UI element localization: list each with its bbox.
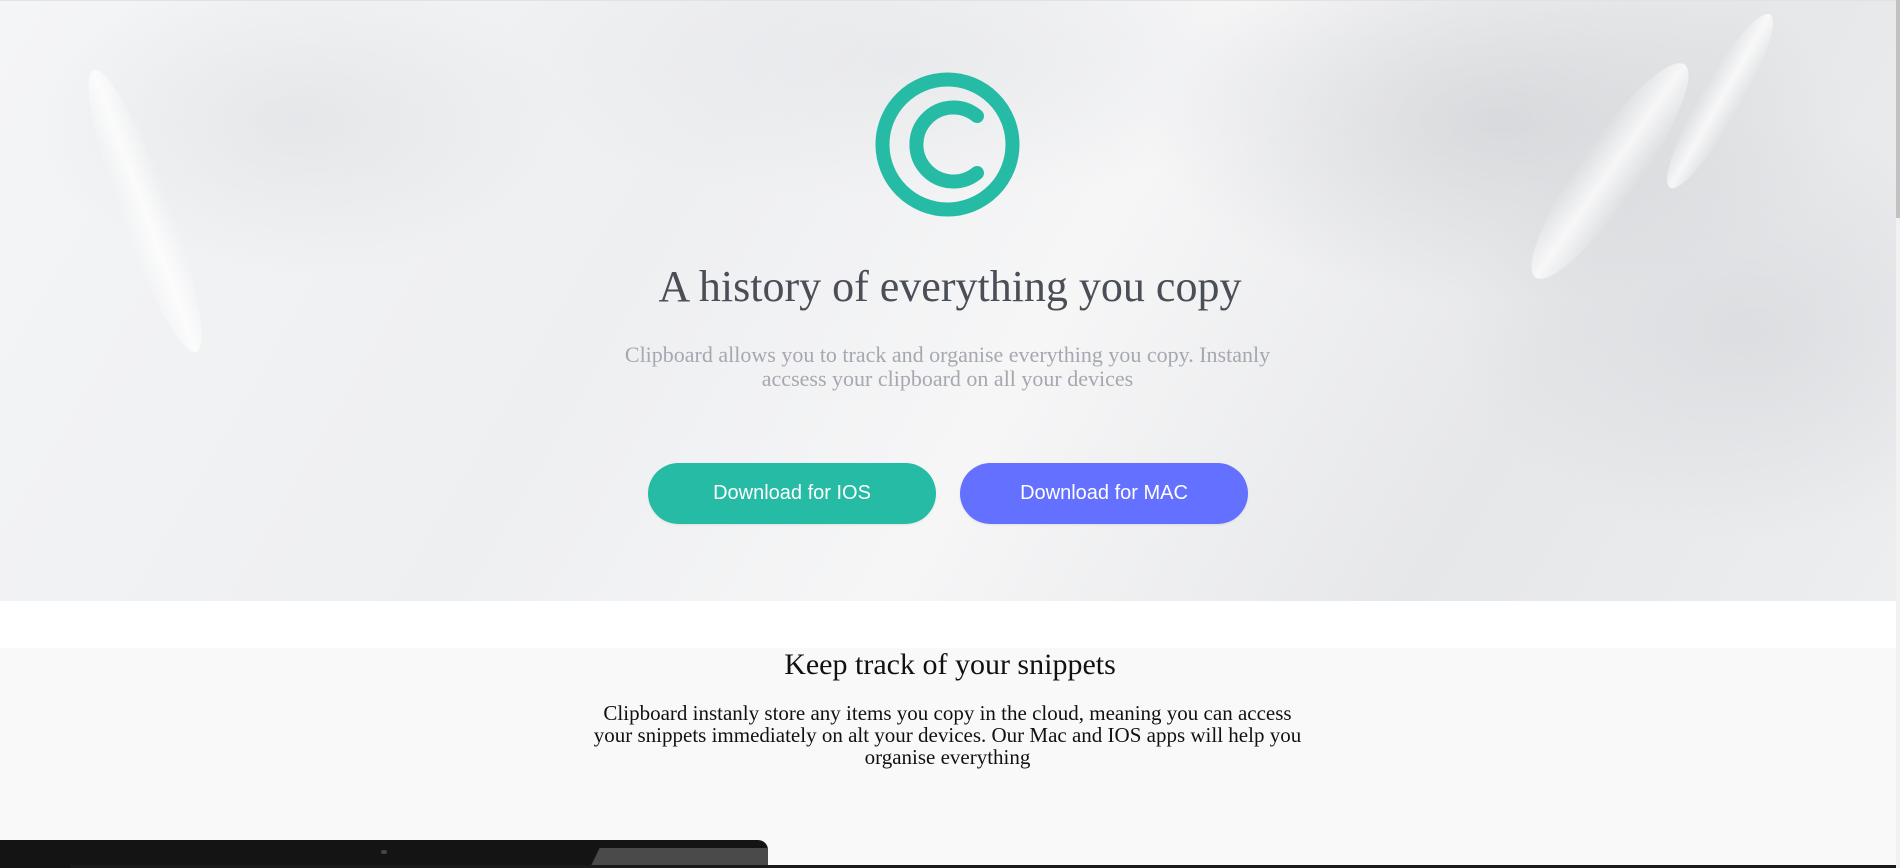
device-camera xyxy=(381,850,387,854)
copyright-c-icon xyxy=(875,72,1020,217)
download-mac-button[interactable]: Download for MAC xyxy=(960,463,1248,524)
snippets-title: Keep track of your snippets xyxy=(784,648,1116,681)
page: A history of everything you copy Clipboa… xyxy=(0,0,1900,868)
hero-title: A history of everything you copy xyxy=(658,262,1242,311)
snippets-text: Clipboard instanly store any items you c… xyxy=(593,701,1302,769)
scrollbar[interactable] xyxy=(1896,0,1900,868)
hero-subtitle: Clipboard allows you to track and organi… xyxy=(624,342,1271,391)
download-ios-button[interactable]: Download for IOS xyxy=(648,463,936,524)
scrollbar-thumb[interactable] xyxy=(1896,0,1900,218)
